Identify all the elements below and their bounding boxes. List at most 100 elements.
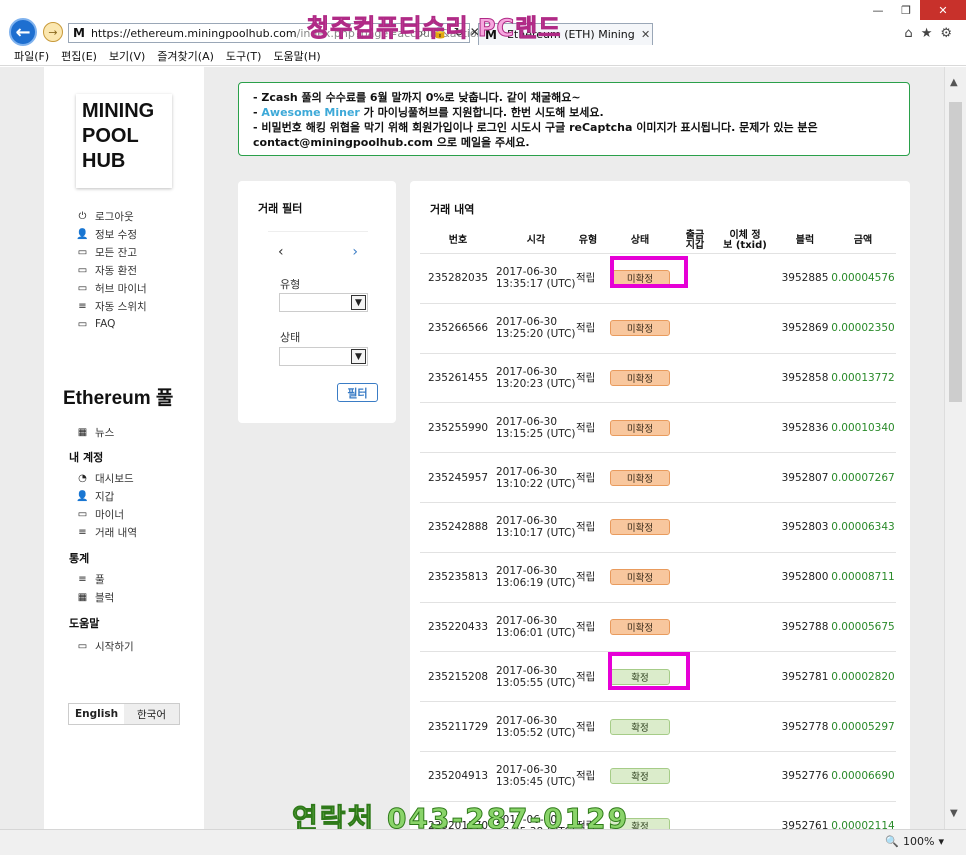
- sidebar-item-label: 풀: [95, 573, 105, 586]
- cell-clock: 13:05:45 (UTC): [496, 776, 576, 789]
- sidebar-item-wallet[interactable]: 👤 지갑: [76, 487, 137, 505]
- sidebar-item-pool[interactable]: ≡ 풀: [76, 570, 114, 588]
- cell-clock: 13:25:20 (UTC): [496, 328, 576, 341]
- forward-button[interactable]: →: [43, 22, 63, 42]
- sidebar-item-auto-switch[interactable]: ≡ 자동 스위치: [76, 297, 146, 315]
- cell-no: 235220433: [427, 620, 489, 633]
- scroll-thumb[interactable]: [949, 102, 962, 402]
- lang-korean-button[interactable]: 한국어: [124, 704, 179, 724]
- chevron-left-icon[interactable]: ‹: [278, 244, 284, 260]
- sidebar-item-all-balances[interactable]: ▭ 모든 잔고: [76, 243, 147, 261]
- sidebar-item-label: 지갑: [95, 490, 115, 503]
- home-icon[interactable]: ⌂: [904, 26, 912, 41]
- minimize-button[interactable]: —: [864, 0, 892, 20]
- tab-close-icon[interactable]: ✕: [641, 28, 650, 41]
- list-icon: ≡: [78, 526, 87, 538]
- menu-view[interactable]: 보기(V): [109, 48, 145, 64]
- menu-favorites[interactable]: 즐겨찾기(A): [157, 48, 214, 64]
- zoom-icon: 🔍: [885, 835, 900, 848]
- transactions-title: 거래 내역: [430, 203, 475, 216]
- cell-time: 2017-06-30 13:10:17 (UTC): [496, 515, 576, 539]
- cell-block[interactable]: 3952788: [780, 621, 830, 633]
- filter-button[interactable]: 필터: [337, 383, 378, 402]
- zoom-level: 100%: [903, 835, 935, 848]
- cell-block[interactable]: 3952836: [780, 422, 830, 434]
- menu-file[interactable]: 파일(F): [14, 48, 49, 64]
- sidebar-item-logout[interactable]: ⏻ 로그아웃: [76, 207, 147, 225]
- sidebar-item-label: 모든 잔고: [95, 246, 137, 259]
- zoom-control[interactable]: 🔍 100% ▾: [885, 835, 944, 848]
- account-menu: ⏻ 로그아웃 👤 정보 수정 ▭ 모든 잔고 ▭ 자동 환전 ▭ 허브 마이너 ≡ 자동 스…: [76, 207, 147, 333]
- cell-amount: 0.00006690: [831, 770, 895, 783]
- menu-help[interactable]: 도움말(H): [273, 48, 320, 64]
- star-icon[interactable]: ★: [921, 26, 933, 41]
- awesome-miner-link[interactable]: Awesome Miner: [261, 106, 359, 119]
- cell-block[interactable]: 3952807: [780, 472, 830, 484]
- status-badge: 미확정: [610, 419, 670, 436]
- menu-tools[interactable]: 도구(T): [226, 48, 262, 64]
- cell-amount: 0.00002350: [831, 322, 895, 335]
- cell-block[interactable]: 3952869: [780, 322, 830, 334]
- window-close-button[interactable]: ✕: [920, 0, 966, 20]
- cell-time: 2017-06-30 13:05:55 (UTC): [496, 665, 576, 689]
- back-button[interactable]: ←: [9, 18, 37, 46]
- cell-no: 235235813: [427, 571, 489, 584]
- cell-type: 적립: [576, 670, 596, 683]
- bars-icon: ≡: [78, 573, 87, 585]
- header-status: 상태: [630, 235, 650, 246]
- cell-block[interactable]: 3952803: [780, 521, 830, 533]
- scroll-up-icon[interactable]: ▲: [950, 77, 958, 88]
- cell-status: 미확정: [600, 618, 680, 635]
- transactions-table-body: 235282035 2017-06-30 13:35:17 (UTC) 적립 미확정 39…: [420, 253, 896, 829]
- sidebar-item-miners[interactable]: ▭ 마이너: [76, 505, 137, 523]
- cell-block[interactable]: 3952885: [780, 272, 830, 284]
- gear-icon[interactable]: ⚙: [940, 26, 952, 41]
- cell-status: 확정: [600, 768, 680, 785]
- cell-block[interactable]: 3952761: [780, 820, 830, 829]
- sidebar-item-dashboard[interactable]: ◔ 대시보드: [76, 469, 137, 487]
- cell-amount: 0.00002114: [831, 820, 895, 829]
- menu-edit[interactable]: 편집(E): [61, 48, 97, 64]
- sidebar-item-transactions[interactable]: ≡ 거래 내역: [76, 523, 137, 541]
- status-badge: 미확정: [610, 369, 670, 386]
- page-scrollbar[interactable]: ▲ ▼: [944, 67, 966, 829]
- type-select[interactable]: ▼: [279, 293, 368, 312]
- sidebar-item-label: FAQ: [95, 318, 116, 330]
- menu-bar: 파일(F) 편집(E) 보기(V) 즐겨찾기(A) 도구(T) 도움말(H): [0, 46, 966, 66]
- cell-block[interactable]: 3952776: [780, 770, 830, 782]
- maximize-button[interactable]: ❐: [892, 0, 920, 20]
- sidebar-item-edit-account[interactable]: 👤 정보 수정: [76, 225, 147, 243]
- sidebar-item-news[interactable]: ▦ 뉴스: [76, 423, 115, 441]
- sidebar-item-getting-started[interactable]: ▭ 시작하기: [76, 637, 134, 655]
- cell-block[interactable]: 3952781: [780, 671, 830, 683]
- lang-english-button[interactable]: English: [69, 704, 124, 724]
- scroll-down-icon[interactable]: ▼: [950, 808, 958, 819]
- cell-time: 2017-06-30 13:05:45 (UTC): [496, 764, 576, 788]
- cell-time: 2017-06-30 13:20:23 (UTC): [496, 366, 576, 390]
- header-amount: 금액: [853, 235, 873, 246]
- statistics-group: ≡ 풀 ▦ 블럭: [76, 570, 115, 606]
- cell-block[interactable]: 3952778: [780, 721, 830, 733]
- sidebar-item-hub-miner[interactable]: ▭ 허브 마이너: [76, 279, 147, 297]
- notice-line-2-suffix: 가 마이닝풀허브를 지원합니다. 한번 시도해 보세요.: [359, 106, 604, 119]
- monitor-icon: ▭: [77, 264, 88, 276]
- highlight-confirmed: [608, 652, 690, 690]
- sidebar-item-label: 로그아웃: [95, 210, 134, 223]
- section-statistics: 통계: [69, 552, 90, 565]
- chevron-right-icon[interactable]: ›: [352, 244, 358, 260]
- cell-time: 2017-06-30 13:06:01 (UTC): [496, 615, 576, 639]
- cell-block[interactable]: 3952858: [780, 372, 830, 384]
- cell-block[interactable]: 3952800: [780, 571, 830, 583]
- logo[interactable]: MINING POOL HUB: [76, 94, 172, 188]
- language-switch: English 한국어: [68, 703, 180, 725]
- sidebar-item-auto-exchange[interactable]: ▭ 자동 환전: [76, 261, 147, 279]
- cell-type: 적립: [576, 571, 596, 584]
- window-controls: — ❐ ✕: [864, 0, 966, 20]
- sidebar-item-faq[interactable]: ▭ FAQ: [76, 315, 147, 333]
- sidebar-item-blocks[interactable]: ▦ 블럭: [76, 588, 115, 606]
- status-select[interactable]: ▼: [279, 347, 368, 366]
- arrow-right-icon: →: [48, 25, 58, 39]
- cell-date: 2017-06-30: [496, 764, 558, 777]
- section-my-account: 내 계정: [69, 451, 104, 464]
- cell-no: 235266566: [427, 322, 489, 335]
